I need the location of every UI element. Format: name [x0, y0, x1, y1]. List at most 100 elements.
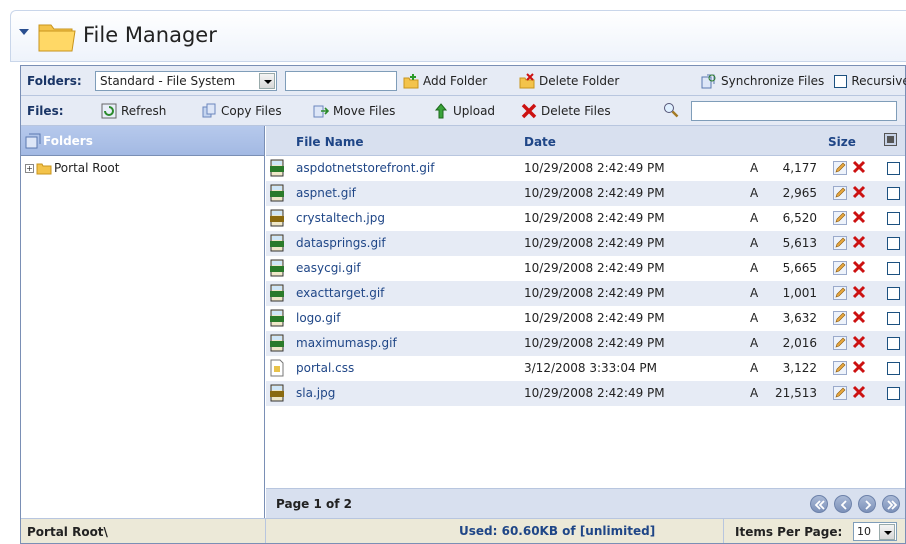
row-checkbox[interactable]	[887, 237, 900, 250]
file-name-link[interactable]: easycgi.gif	[296, 261, 361, 275]
prev-page-icon[interactable]	[834, 495, 852, 513]
file-rows: aspdotnetstorefront.gif 10/29/2008 2:42:…	[266, 156, 905, 406]
recursive-checkbox[interactable]	[834, 74, 848, 88]
edit-icon[interactable]	[833, 186, 847, 200]
edit-icon[interactable]	[833, 286, 847, 300]
tree-node-portal-root[interactable]: + Portal Root	[21, 156, 264, 176]
file-attribute: A	[750, 261, 759, 275]
edit-icon[interactable]	[833, 311, 847, 325]
chevron-down-icon[interactable]	[879, 524, 895, 540]
status-divider	[265, 518, 266, 543]
file-name-link[interactable]: maximumasp.gif	[296, 336, 397, 350]
edit-icon[interactable]	[833, 336, 847, 350]
refresh-button[interactable]: Refresh	[101, 103, 166, 119]
gif-file-icon	[270, 334, 284, 352]
column-date[interactable]: Date	[524, 135, 556, 149]
file-name-link[interactable]: portal.css	[296, 361, 354, 375]
delete-icon[interactable]	[852, 285, 866, 299]
row-checkbox[interactable]	[887, 212, 900, 225]
edit-icon[interactable]	[833, 361, 847, 375]
row-checkbox[interactable]	[887, 162, 900, 175]
file-size: 2,016	[782, 336, 817, 350]
column-file-name[interactable]: File Name	[296, 135, 364, 149]
edit-icon[interactable]	[833, 161, 847, 175]
delete-icon[interactable]	[852, 360, 866, 374]
file-attribute: A	[750, 386, 759, 400]
file-size: 2,965	[782, 186, 817, 200]
file-name-link[interactable]: aspdotnetstorefront.gif	[296, 161, 434, 175]
column-size[interactable]: Size	[828, 135, 856, 149]
file-name-link[interactable]: exacttarget.gif	[296, 286, 384, 300]
delete-icon[interactable]	[852, 235, 866, 249]
row-checkbox[interactable]	[887, 262, 900, 275]
add-folder-button[interactable]: Add Folder	[403, 73, 487, 89]
edit-icon[interactable]	[833, 261, 847, 275]
last-page-icon[interactable]	[882, 495, 900, 513]
file-size: 3,632	[782, 311, 817, 325]
provider-select[interactable]: Standard - File System	[95, 71, 277, 91]
delete-icon[interactable]	[852, 335, 866, 349]
delete-icon[interactable]	[852, 310, 866, 324]
search-input[interactable]	[691, 101, 897, 121]
delete-icon[interactable]	[852, 210, 866, 224]
edit-icon[interactable]	[833, 211, 847, 225]
delete-icon[interactable]	[852, 160, 866, 174]
chevron-down-icon[interactable]	[259, 73, 275, 89]
gif-file-icon	[270, 159, 284, 177]
gif-file-icon	[270, 284, 284, 302]
row-checkbox[interactable]	[887, 362, 900, 375]
row-checkbox[interactable]	[887, 387, 900, 400]
row-checkbox[interactable]	[887, 312, 900, 325]
move-files-button[interactable]: Move Files	[313, 103, 395, 119]
items-per-page-select[interactable]: 10	[853, 522, 897, 541]
table-row[interactable]: sla.jpg 10/29/2008 2:42:49 PM A 21,513	[266, 381, 905, 406]
table-row[interactable]: crystaltech.jpg 10/29/2008 2:42:49 PM A …	[266, 206, 905, 231]
file-name-link[interactable]: aspnet.gif	[296, 186, 356, 200]
row-checkbox[interactable]	[887, 337, 900, 350]
table-row[interactable]: datasprings.gif 10/29/2008 2:42:49 PM A …	[266, 231, 905, 256]
table-row[interactable]: aspdotnetstorefront.gif 10/29/2008 2:42:…	[266, 156, 905, 181]
file-date: 3/12/2008 3:33:04 PM	[524, 361, 658, 375]
file-manager-panel: Folders: Standard - File System Add Fold…	[20, 65, 906, 544]
copy-files-label: Copy Files	[221, 104, 282, 118]
table-row[interactable]: aspnet.gif 10/29/2008 2:42:49 PM A 2,965	[266, 181, 905, 206]
select-all-icon[interactable]	[884, 133, 897, 146]
first-page-icon[interactable]	[810, 495, 828, 513]
recursive-label: Recursive	[851, 74, 906, 88]
file-date: 10/29/2008 2:42:49 PM	[524, 211, 665, 225]
synchronize-files-button[interactable]: Synchronize Files Recursive	[701, 73, 906, 89]
table-row[interactable]: exacttarget.gif 10/29/2008 2:42:49 PM A …	[266, 281, 905, 306]
files-toolbar: Files: Refresh Copy Files Move Files Upl…	[21, 96, 905, 126]
table-row[interactable]: maximumasp.gif 10/29/2008 2:42:49 PM A 2…	[266, 331, 905, 356]
file-name-link[interactable]: sla.jpg	[296, 386, 335, 400]
file-name-link[interactable]: logo.gif	[296, 311, 340, 325]
table-row[interactable]: logo.gif 10/29/2008 2:42:49 PM A 3,632	[266, 306, 905, 331]
table-row[interactable]: portal.css 3/12/2008 3:33:04 PM A 3,122	[266, 356, 905, 381]
file-size: 1,001	[782, 286, 817, 300]
next-page-icon[interactable]	[858, 495, 876, 513]
row-checkbox[interactable]	[887, 187, 900, 200]
upload-button[interactable]: Upload	[433, 103, 495, 119]
delete-icon[interactable]	[852, 385, 866, 399]
copy-files-button[interactable]: Copy Files	[201, 103, 282, 119]
table-row[interactable]: easycgi.gif 10/29/2008 2:42:49 PM A 5,66…	[266, 256, 905, 281]
file-size: 4,177	[782, 161, 817, 175]
edit-icon[interactable]	[833, 386, 847, 400]
file-name-link[interactable]: crystaltech.jpg	[296, 211, 385, 225]
row-checkbox[interactable]	[887, 287, 900, 300]
delete-icon[interactable]	[852, 185, 866, 199]
jpg-file-icon	[270, 384, 284, 402]
edit-icon[interactable]	[833, 236, 847, 250]
delete-icon[interactable]	[852, 260, 866, 274]
file-name-link[interactable]: datasprings.gif	[296, 236, 386, 250]
delete-files-button[interactable]: Delete Files	[521, 103, 611, 119]
expand-icon[interactable]: +	[25, 163, 34, 173]
file-attribute: A	[750, 361, 759, 375]
file-attribute: A	[750, 336, 759, 350]
delete-folder-button[interactable]: Delete Folder	[519, 73, 619, 89]
folder-name-input[interactable]	[285, 71, 397, 91]
items-per-page-value: 10	[857, 525, 871, 538]
chevron-down-icon[interactable]	[19, 29, 29, 35]
search-icon[interactable]	[663, 102, 679, 118]
gif-file-icon	[270, 234, 284, 252]
